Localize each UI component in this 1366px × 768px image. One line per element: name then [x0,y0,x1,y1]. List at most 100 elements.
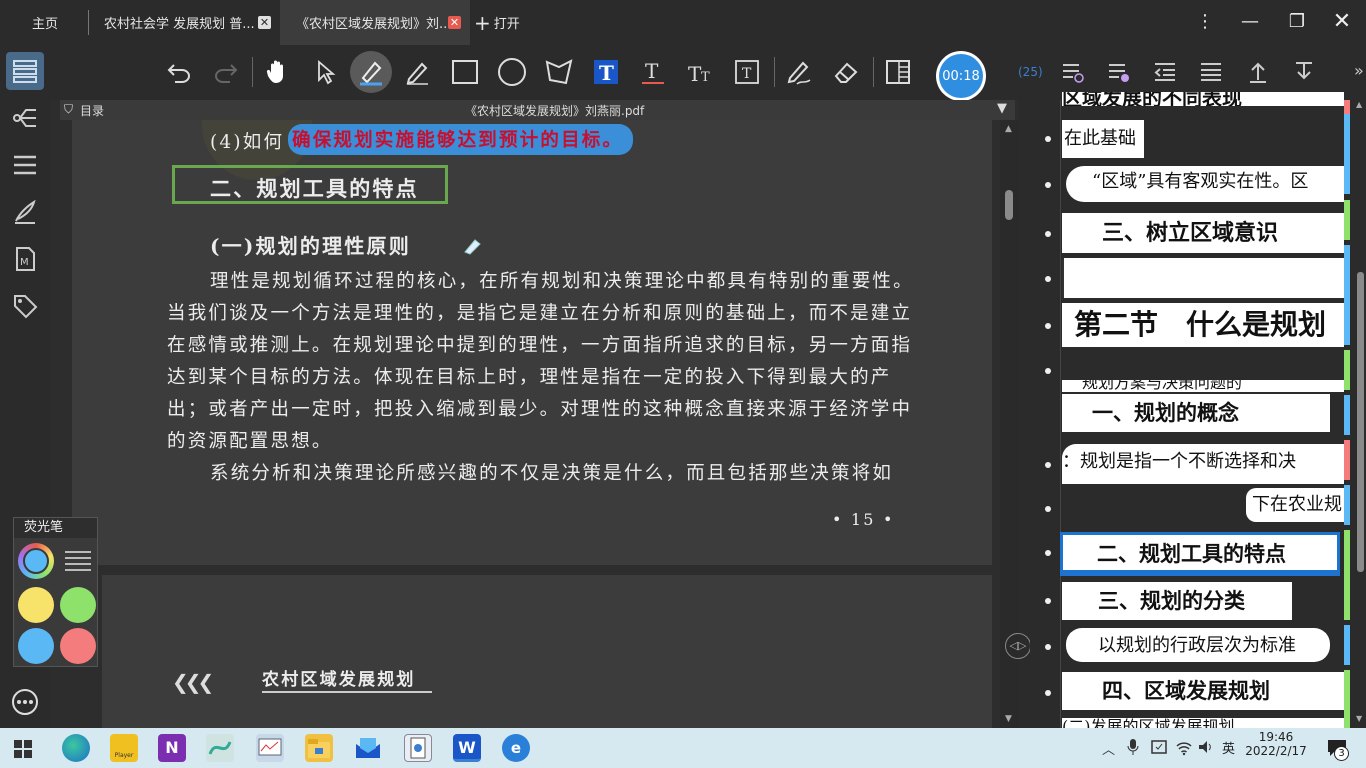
signature-icon[interactable] [6,193,44,231]
tab-document-2[interactable]: 《农村区域发展规划》刘... ✕ [280,0,470,45]
system-monitor-icon[interactable] [256,734,284,762]
scrollbar-thumb[interactable] [1357,272,1364,572]
onenote-icon[interactable]: N [158,734,186,762]
markdown-file-icon[interactable]: M [6,240,44,278]
more-menu-icon[interactable]: ⋮ [1193,10,1217,34]
notes-scrollbar[interactable]: ▲ ▼ [1355,100,1366,728]
text-frame-icon[interactable]: T [728,53,766,91]
split-view-icon[interactable]: ◁▷ [1005,633,1031,659]
green-swatch[interactable] [60,587,96,623]
note-bullet [1045,550,1051,556]
indent-icon[interactable] [1192,53,1230,91]
color-wheel-icon[interactable] [18,543,54,579]
note-item[interactable]: 三、树立区域意识 [1030,213,1355,255]
page-running-header: 农村区域发展规划 [262,670,416,690]
blue-swatch[interactable] [18,628,54,664]
highlighter-popup-title: 荧光笔 [14,518,97,538]
close-tab-icon[interactable]: ✕ [448,16,461,29]
file-explorer-icon[interactable] [305,734,333,762]
polygon-tool-icon[interactable] [540,53,578,91]
note-item[interactable]: (二)发展的区域发展规划 [1030,718,1355,728]
note-item[interactable]: 四、区域发展规划 [1030,672,1355,714]
hand-tool-icon[interactable] [258,53,296,91]
restore-icon[interactable]: ❐ [1285,10,1309,34]
redo-icon[interactable] [207,53,245,91]
note-item[interactable]: 一、规划的概念 [1030,394,1355,436]
windows-start-icon[interactable] [14,740,32,762]
move-down-icon[interactable] [1285,53,1323,91]
panel-layout-icon[interactable] [879,53,917,91]
notification-center-icon[interactable]: 3 [1326,738,1349,762]
note-item[interactable]: 在此基础 [1030,118,1355,160]
yellow-swatch[interactable] [18,587,54,623]
note-item[interactable]: ：规划是指一个不断选择和决 [1030,444,1355,486]
bookmark-icon[interactable]: ⛉ [64,102,73,117]
tag-icon[interactable] [6,287,44,325]
note-item[interactable]: “区域”具有客观实在性。区 [1030,164,1355,206]
clock[interactable]: 19:46 2022/2/17 [1240,730,1312,758]
toc-label[interactable]: 目录 [80,102,104,119]
paragraph-line: 系统分析和决策理论所感兴趣的不仅是决策是什么，而且包括那些决策将如 [210,463,894,484]
note-bullet [1045,598,1051,604]
scrollbar-thumb[interactable] [1005,190,1013,220]
battery-status-icon[interactable] [1150,738,1168,760]
note-item[interactable]: 规划方案与决策问题的 [1030,350,1355,392]
move-up-icon[interactable] [1239,53,1277,91]
media-app-icon[interactable] [404,734,432,762]
outdent-icon[interactable] [1146,53,1184,91]
mail-app-icon[interactable] [354,734,382,762]
text-underline-icon[interactable]: T [634,53,672,91]
timer-badge[interactable]: 00:18 [936,51,986,101]
highlighted-text[interactable]: 确保规划实施能够达到预计的目标。 [288,124,634,155]
eraser-icon[interactable] [827,53,865,91]
note-item[interactable]: 第二节 什么是规划 [1030,303,1355,347]
note-bullet [1045,690,1051,696]
ime-indicator[interactable]: 英 [1222,738,1235,757]
more-options-icon[interactable] [6,683,44,721]
ellipse-tool-icon[interactable] [493,53,531,91]
scroll-up-icon[interactable]: ▲ [1005,124,1012,134]
note-item[interactable] [1030,258,1355,300]
text-size-icon[interactable]: TT [681,53,719,91]
red-swatch[interactable] [60,628,96,664]
open-button[interactable]: + 打开 [474,0,534,45]
browser-e-icon[interactable]: e [502,734,530,762]
outline-list-icon[interactable] [6,146,44,184]
network-tool-icon[interactable] [206,734,234,762]
close-window-icon[interactable]: ✕ [1330,10,1354,34]
select-arrow-icon[interactable] [306,53,344,91]
scroll-down-icon[interactable]: ▼ [1005,714,1012,724]
stroke-width-icon[interactable] [64,550,92,576]
undo-icon[interactable] [160,53,198,91]
tray-expand-icon[interactable]: ︿ [1102,739,1115,758]
document-filename: 《农村区域发展规划》刘燕丽.pdf [465,104,645,118]
wifi-icon[interactable] [1175,738,1193,760]
scroll-up-icon[interactable]: ▲ [1356,100,1362,109]
note-item[interactable]: 二、规划工具的特点 [1030,532,1355,576]
microphone-icon[interactable] [1127,738,1139,760]
list-add-icon[interactable] [1054,53,1092,91]
expand-chevron-icon[interactable]: » [1354,61,1364,80]
note-item[interactable]: 下在农业规 [1030,488,1355,530]
thumbnail-list-icon[interactable] [6,52,44,90]
note-item[interactable]: 三、规划的分类 [1030,580,1355,622]
word-icon[interactable]: W [453,734,481,762]
rectangle-tool-icon[interactable] [446,53,484,91]
tab-home[interactable]: 主页 [14,0,74,45]
edge-browser-icon[interactable] [62,734,90,762]
note-item[interactable]: 以规划的行政层次为标准 [1030,626,1355,668]
tab-document-1[interactable]: 农村社会学 发展规划 普... ✕ [90,0,275,45]
potplayer-icon[interactable]: Player [110,734,138,762]
pen-tool-icon[interactable] [398,53,436,91]
minimize-icon[interactable]: — [1238,10,1262,34]
text-box-blue-icon[interactable]: T [587,53,625,91]
list-remove-icon[interactable] [1100,53,1138,91]
scroll-down-icon[interactable]: ▼ [1356,714,1362,723]
signature-pen-icon[interactable] [780,53,818,91]
close-tab-icon[interactable]: ✕ [258,16,271,29]
mindmap-icon[interactable] [6,99,44,137]
volume-icon[interactable] [1197,738,1215,760]
note-item[interactable]: 区域发展的不同表现 [1030,92,1355,112]
dropdown-arrow-icon[interactable]: ▼ [997,101,1007,116]
highlighter-tool-icon[interactable] [350,51,392,93]
